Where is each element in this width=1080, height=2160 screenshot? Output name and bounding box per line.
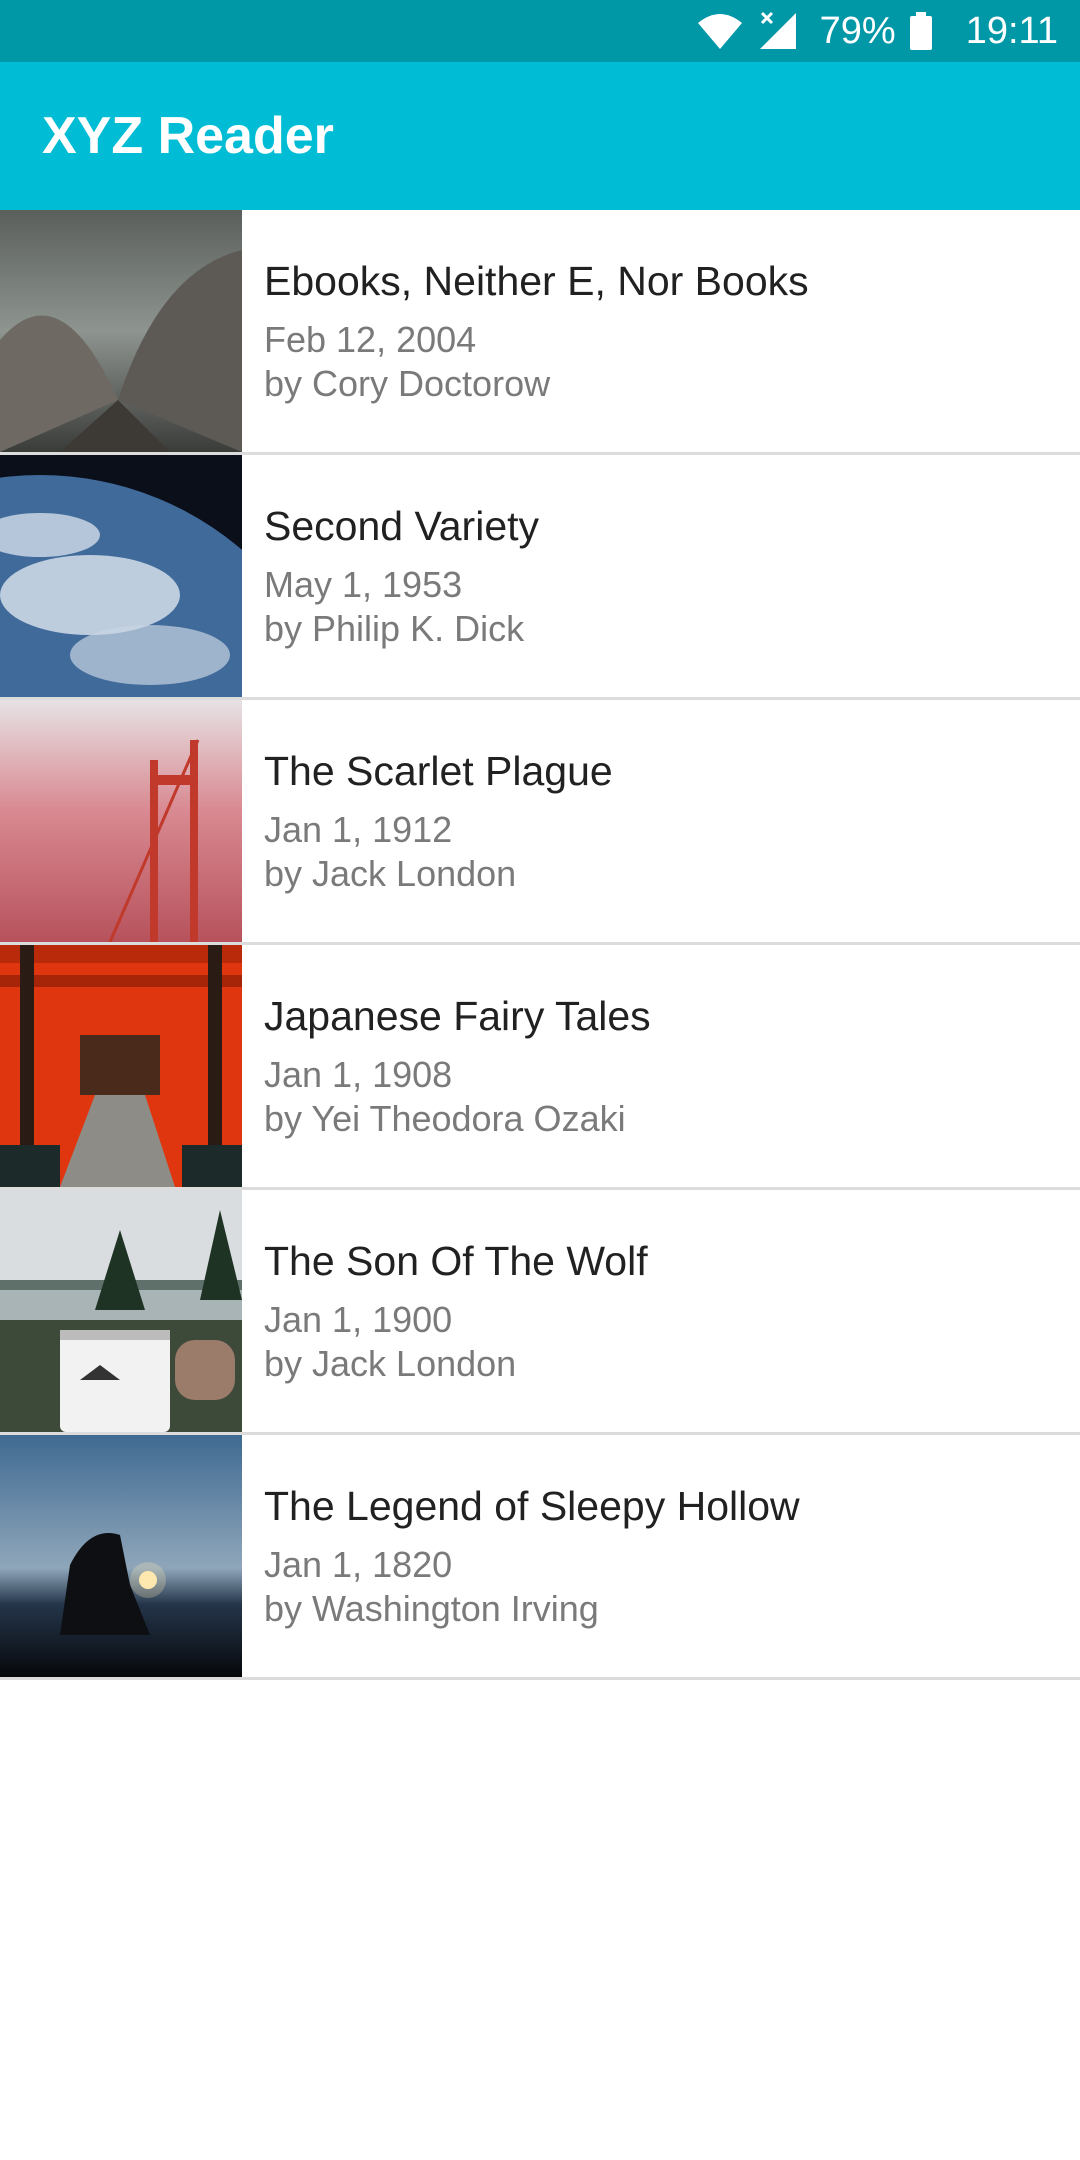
book-date: Jan 1, 1820 — [264, 1544, 453, 1585]
battery-percentage: 79% — [819, 9, 896, 52]
book-author: by Cory Doctorow — [264, 363, 551, 404]
book-author: by Jack London — [264, 853, 517, 894]
book-cover-image — [0, 210, 242, 452]
book-title: Ebooks, Neither E, Nor Books — [264, 258, 809, 304]
book-date: Jan 1, 1900 — [264, 1299, 453, 1340]
book-title: Japanese Fairy Tales — [264, 993, 651, 1039]
book-item[interactable]: The Son Of The Wolf Jan 1, 1900 by Jack … — [0, 1190, 1080, 1435]
book-title: Second Variety — [264, 503, 540, 549]
book-author: by Philip K. Dick — [264, 608, 525, 649]
book-cover-image — [0, 455, 242, 697]
book-date: Jan 1, 1908 — [264, 1054, 453, 1095]
book-cover-image — [0, 945, 242, 1187]
book-cover-image — [0, 1435, 242, 1677]
book-title: The Son Of The Wolf — [264, 1238, 648, 1284]
book-title: The Scarlet Plague — [264, 748, 613, 794]
battery-icon — [909, 12, 932, 50]
book-item[interactable]: The Scarlet Plague Jan 1, 1912 by Jack L… — [0, 700, 1080, 945]
book-author: by Yei Theodora Ozaki — [264, 1098, 626, 1139]
book-author: by Washington Irving — [264, 1588, 599, 1629]
book-item[interactable]: The Legend of Sleepy Hollow Jan 1, 1820 … — [0, 1435, 1080, 1680]
book-date: May 1, 1953 — [264, 564, 463, 605]
app-bar: XYZ Reader — [0, 62, 1080, 210]
book-cover-image — [0, 1190, 242, 1432]
book-date: Feb 12, 2004 — [264, 319, 477, 360]
book-item[interactable]: Ebooks, Neither E, Nor Books Feb 12, 200… — [0, 210, 1080, 455]
app-title: XYZ Reader — [42, 107, 334, 165]
book-date: Jan 1, 1912 — [264, 809, 453, 850]
wifi-icon — [696, 11, 744, 51]
status-time: 19:11 — [965, 9, 1058, 52]
book-title: The Legend of Sleepy Hollow — [264, 1483, 800, 1529]
book-item[interactable]: Second Variety May 1, 1953 by Philip K. … — [0, 455, 1080, 700]
signal-icon — [758, 11, 798, 51]
book-author: by Jack London — [264, 1343, 517, 1384]
book-item[interactable]: Japanese Fairy Tales Jan 1, 1908 by Yei … — [0, 945, 1080, 1190]
book-cover-image — [0, 700, 242, 942]
book-list: Ebooks, Neither E, Nor Books Feb 12, 200… — [0, 210, 1080, 1680]
status-bar: 79% 19:11 — [0, 0, 1080, 62]
